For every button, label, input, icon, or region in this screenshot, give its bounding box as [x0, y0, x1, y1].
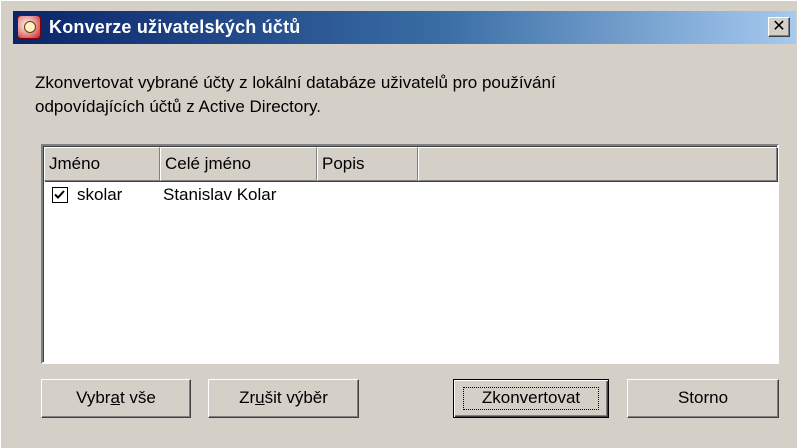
- window-title: Konverze uživatelských účtů: [49, 17, 301, 37]
- close-icon: ✕: [772, 18, 786, 35]
- accounts-list[interactable]: Jméno Celé jméno Popis skolar Stanislav …: [41, 144, 779, 364]
- column-header-jmeno[interactable]: Jméno: [44, 147, 160, 181]
- column-header-popis[interactable]: Popis: [317, 147, 418, 181]
- column-header-filler: [418, 147, 777, 181]
- list-header: Jméno Celé jméno Popis: [44, 147, 777, 181]
- deselect-label-pre: Zr: [239, 388, 256, 407]
- convert-button[interactable]: Zkonvertovat: [453, 379, 609, 418]
- cancel-button[interactable]: Storno: [627, 379, 779, 418]
- users-convert-icon: [17, 15, 41, 39]
- description-text: Zkonvertovat vybrané účty z lokální data…: [35, 71, 775, 119]
- convert-label: Zkonvertovat: [481, 388, 581, 407]
- select-all-accelerator: a: [110, 388, 120, 407]
- dialog-window: Konverze uživatelských účtů ✕ Zkonvertov…: [0, 0, 797, 448]
- row-checkbox[interactable]: [52, 187, 68, 203]
- deselect-label-post: šit výběr: [264, 388, 328, 407]
- column-header-cele-jmeno[interactable]: Celé jméno: [160, 147, 317, 181]
- deselect-accelerator: u: [255, 388, 265, 407]
- select-all-label-post: t vše: [119, 388, 156, 407]
- cell-cele-jmeno: Stanislav Kolar: [163, 185, 277, 204]
- cell-jmeno: skolar: [77, 185, 123, 204]
- list-row[interactable]: skolar Stanislav Kolar: [44, 183, 777, 207]
- description-line-1: Zkonvertovat vybrané účty z lokální data…: [35, 73, 556, 92]
- title-bar[interactable]: Konverze uživatelských účtů ✕: [13, 11, 796, 44]
- description-line-2: odpovídajících účtů z Active Directory.: [35, 97, 321, 116]
- select-all-label-pre: Vybr: [76, 388, 111, 407]
- checkmark-icon: [54, 190, 65, 199]
- cancel-label: Storno: [677, 388, 729, 407]
- select-all-button[interactable]: Vybrat vše: [41, 379, 191, 418]
- close-button[interactable]: ✕: [768, 17, 790, 37]
- deselect-button[interactable]: Zrušit výběr: [208, 379, 359, 418]
